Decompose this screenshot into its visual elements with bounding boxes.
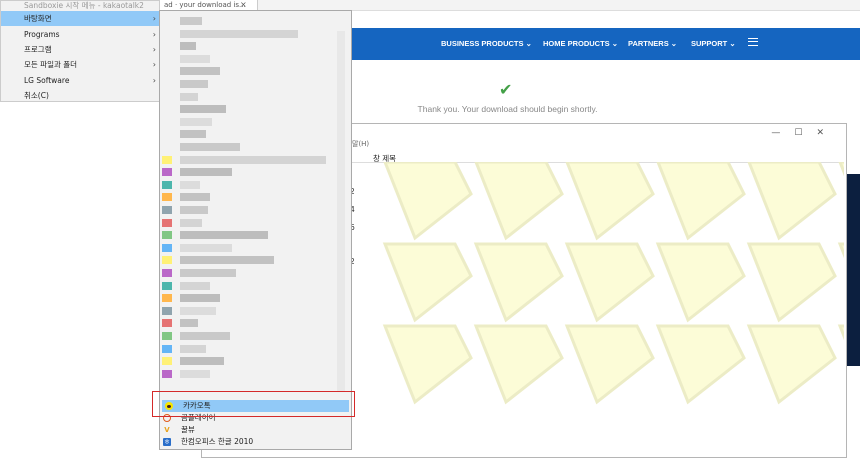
blurred-app-icon bbox=[162, 269, 172, 277]
background-tile bbox=[383, 162, 473, 241]
blurred-app-icon bbox=[162, 256, 172, 265]
blurred-entry bbox=[180, 92, 198, 101]
download-message: Thank you. Your download should begin sh… bbox=[417, 104, 598, 114]
blurred-entry bbox=[180, 269, 236, 277]
blurred-entry bbox=[180, 193, 210, 202]
nav-partners[interactable]: PARTNERS ⌄ bbox=[628, 28, 677, 60]
nav-support[interactable]: SUPPORT ⌄ bbox=[691, 28, 736, 60]
submenu-item-desktop[interactable]: 바탕화면 › bbox=[1, 11, 159, 26]
background-tile bbox=[564, 242, 655, 323]
tab-close-icon[interactable]: × bbox=[240, 0, 247, 10]
blurred-app-icon bbox=[162, 180, 172, 189]
blurred-entry bbox=[180, 168, 232, 177]
blurred-app-icon bbox=[162, 168, 172, 177]
program-item-hancom-hwp[interactable]: ㅎ 한컴오피스 한글 2010 bbox=[160, 436, 350, 448]
background-tile bbox=[655, 324, 746, 405]
highlight-annotation bbox=[152, 391, 355, 417]
blurred-app-icon bbox=[162, 243, 172, 252]
window-controls[interactable]: —☐✕ bbox=[771, 128, 838, 138]
blurred-entry bbox=[180, 332, 230, 340]
checkmark-icon: ✔ bbox=[499, 80, 513, 99]
nav-business-products[interactable]: BUSINESS PRODUCTS ⌄ bbox=[441, 28, 532, 60]
blurred-app-icon bbox=[162, 231, 172, 240]
blurred-app-icon bbox=[162, 357, 172, 366]
blurred-entry bbox=[180, 344, 206, 353]
blurred-entry bbox=[180, 67, 220, 76]
blurred-entry bbox=[180, 294, 220, 303]
background-tile bbox=[565, 162, 655, 241]
blurred-entry bbox=[180, 243, 232, 252]
blurred-entry bbox=[180, 143, 240, 151]
blurred-entry bbox=[180, 105, 226, 114]
nav-home-products[interactable]: HOME PRODUCTS ⌄ bbox=[543, 28, 618, 60]
background-tile bbox=[746, 242, 837, 323]
background-tile bbox=[473, 324, 564, 405]
blurred-entry bbox=[180, 319, 198, 328]
honeyview-icon: V bbox=[164, 426, 170, 434]
blurred-entry bbox=[180, 306, 216, 315]
submenu-item-programs-kr[interactable]: 프로그램 › bbox=[1, 42, 159, 57]
blurred-app-icon bbox=[162, 193, 172, 202]
background-tile bbox=[474, 162, 564, 241]
background-tile bbox=[838, 162, 844, 177]
chevron-right-icon: › bbox=[152, 60, 156, 69]
chevron-right-icon: › bbox=[152, 14, 156, 23]
blurred-app-icon bbox=[162, 218, 172, 227]
blurred-entry bbox=[180, 17, 202, 25]
chevron-right-icon: › bbox=[152, 76, 156, 85]
background-tile bbox=[837, 242, 844, 259]
blurred-app-icon bbox=[162, 319, 172, 328]
blurred-entry bbox=[180, 206, 208, 214]
background-tile bbox=[655, 242, 746, 323]
blurred-entry bbox=[180, 369, 210, 378]
blurred-app-icon bbox=[162, 281, 172, 290]
background-tile bbox=[382, 242, 473, 323]
explorer-menu-help[interactable]: 말(H) bbox=[352, 139, 369, 149]
chevron-right-icon: › bbox=[152, 45, 156, 54]
chevron-right-icon: › bbox=[152, 30, 156, 39]
hamburger-menu-icon[interactable] bbox=[748, 38, 758, 46]
blurred-entry bbox=[180, 155, 326, 164]
background-tile bbox=[747, 162, 837, 241]
hancom-hwp-icon: ㅎ bbox=[163, 438, 171, 446]
submenu-item-programs[interactable]: Programs › bbox=[1, 27, 159, 42]
blurred-entry bbox=[180, 357, 224, 366]
blurred-entry bbox=[180, 256, 274, 265]
tile-background-pattern bbox=[382, 162, 844, 405]
program-item-honeyview[interactable]: V 꿀뷰 bbox=[160, 424, 350, 436]
blurred-entry bbox=[180, 130, 206, 139]
blurred-entry bbox=[180, 218, 202, 227]
blurred-app-icon bbox=[162, 369, 172, 378]
blurred-entry bbox=[180, 231, 268, 240]
blurred-app-icon bbox=[162, 306, 172, 315]
submenu-item-all-files[interactable]: 모든 파일과 폴더 › bbox=[1, 57, 159, 72]
blurred-entry bbox=[180, 117, 212, 126]
blurred-app-icon bbox=[162, 332, 172, 340]
blurred-app-icon bbox=[162, 155, 172, 164]
background-tile bbox=[564, 324, 655, 405]
blurred-entry bbox=[180, 80, 208, 88]
blurred-entry bbox=[180, 42, 196, 51]
blurred-app-icon bbox=[162, 294, 172, 303]
start-submenu: Sandboxie 시작 메뉴 - kakaotalk2 바탕화면 › Progr… bbox=[0, 0, 160, 102]
blurred-app-icon bbox=[162, 344, 172, 353]
programs-menu: 카카오톡 곰플레이어 V 꿀뷰 ㅎ 한컴오피스 한글 2010 bbox=[159, 10, 352, 450]
background-tile bbox=[746, 324, 837, 405]
blurred-app-icon bbox=[162, 206, 172, 214]
submenu-item-lg-software[interactable]: LG Software › bbox=[1, 73, 159, 88]
submenu-item-cancel[interactable]: 취소(C) bbox=[1, 88, 159, 103]
background-tile bbox=[382, 324, 473, 405]
blurred-entry bbox=[180, 54, 210, 63]
blurred-entry bbox=[180, 29, 298, 38]
blurred-entry bbox=[180, 281, 210, 290]
menu-scrollbar[interactable] bbox=[337, 31, 345, 391]
background-tile bbox=[656, 162, 746, 241]
background-tile bbox=[837, 324, 844, 341]
background-tile bbox=[473, 242, 564, 323]
blurred-entry bbox=[180, 180, 200, 189]
